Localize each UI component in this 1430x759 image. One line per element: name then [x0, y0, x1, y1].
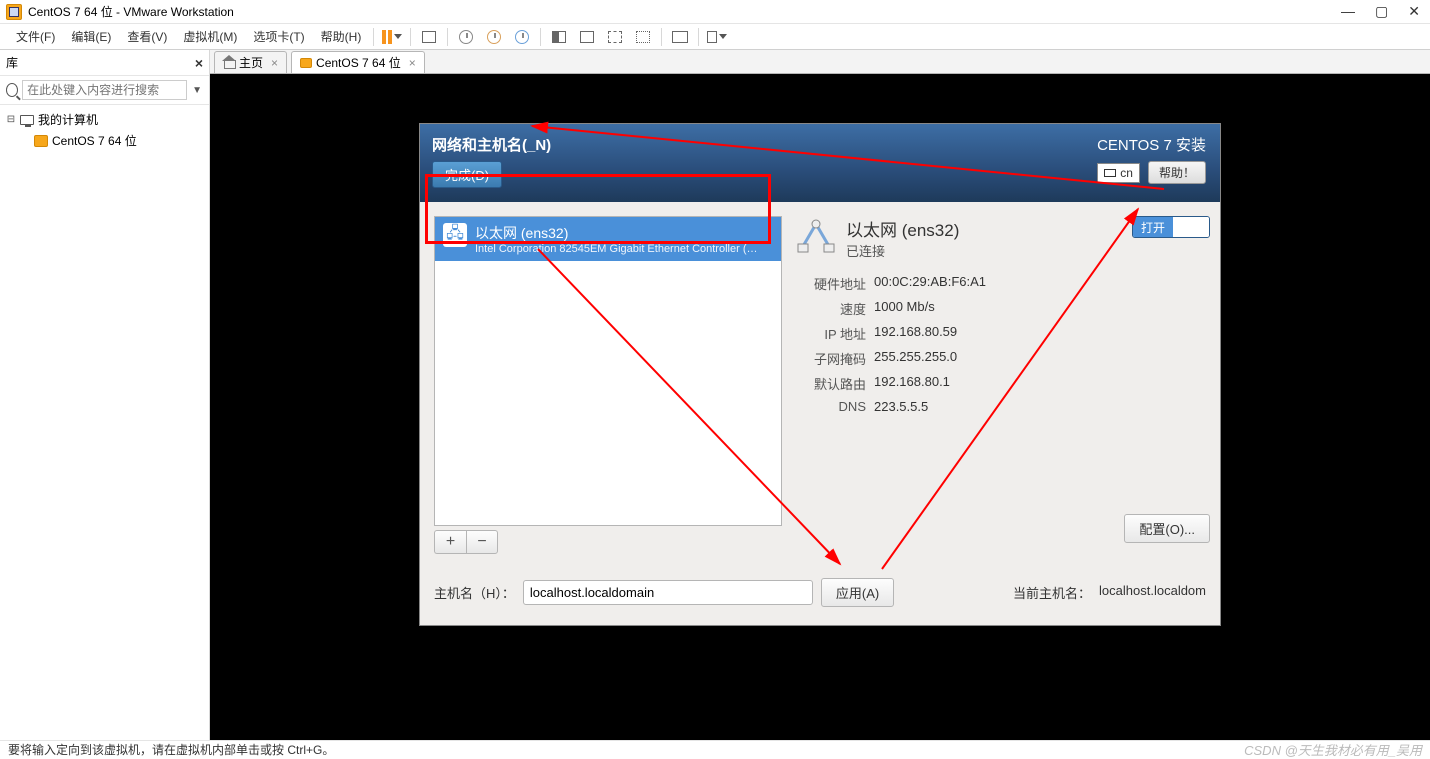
- search-dropdown-icon[interactable]: ▼: [191, 85, 203, 96]
- speed-label: 速度: [796, 299, 866, 318]
- hw-addr-value: 00:0C:29:AB:F6:A1: [874, 274, 986, 293]
- window-title: CentOS 7 64 位 - VMware Workstation: [28, 3, 1337, 20]
- menu-help[interactable]: 帮助(H): [313, 28, 370, 45]
- vm-icon: [34, 135, 48, 147]
- close-button[interactable]: ✕: [1404, 3, 1424, 20]
- installer-window: 网络和主机名(_N) 完成(D) CENTOS 7 安装 cn 帮助！: [420, 124, 1220, 625]
- ethernet-icon: 🖧: [443, 223, 467, 247]
- toggle-on-label: 打开: [1133, 217, 1173, 237]
- nic-description: Intel Corporation 82545EM Gigabit Ethern…: [475, 243, 765, 255]
- vm-console[interactable]: 网络和主机名(_N) 完成(D) CENTOS 7 安装 cn 帮助！: [210, 74, 1430, 740]
- home-icon: [223, 57, 235, 69]
- vmware-app-icon: [6, 4, 22, 20]
- collapse-icon[interactable]: ⊟: [6, 114, 16, 125]
- speed-value: 1000 Mb/s: [874, 299, 935, 318]
- gateway-label: 默认路由: [796, 374, 866, 393]
- tree-vm-item[interactable]: CentOS 7 64 位: [6, 130, 203, 151]
- view-single-icon[interactable]: [549, 27, 569, 47]
- menubar: 文件(F) 编辑(E) 查看(V) 虚拟机(M) 选项卡(T) 帮助(H): [0, 24, 1430, 50]
- installer-title: 网络和主机名(_N): [432, 134, 551, 155]
- current-hostname-label: 当前主机名：: [1013, 583, 1091, 602]
- keyboard-layout-button[interactable]: cn: [1097, 163, 1140, 183]
- maximize-button[interactable]: ▢: [1371, 3, 1392, 20]
- vm-name-label: CentOS 7 64 位: [52, 132, 137, 149]
- tab-close-icon[interactable]: ×: [409, 56, 416, 70]
- mask-label: 子网掩码: [796, 349, 866, 368]
- toggle-handle: [1173, 217, 1209, 237]
- help-button[interactable]: 帮助！: [1148, 161, 1206, 184]
- installer-header: 网络和主机名(_N) 完成(D) CENTOS 7 安装 cn 帮助！: [420, 124, 1220, 202]
- configure-button[interactable]: 配置(O)...: [1124, 514, 1210, 543]
- statusbar-hint: 要将输入定向到该虚拟机，请在虚拟机内部单击或按 Ctrl+G。: [8, 741, 334, 758]
- mask-value: 255.255.255.0: [874, 349, 957, 368]
- view-thumbnail-icon[interactable]: [577, 27, 597, 47]
- keyboard-icon: [1104, 169, 1116, 177]
- installer-brand: CENTOS 7 安装: [1097, 134, 1206, 155]
- add-network-button[interactable]: +: [434, 530, 466, 554]
- menu-view[interactable]: 查看(V): [119, 28, 175, 45]
- tab-close-icon[interactable]: ×: [271, 56, 278, 70]
- separator: [410, 28, 411, 46]
- send-keys-icon[interactable]: [419, 27, 439, 47]
- current-hostname-value: localhost.localdom: [1099, 583, 1206, 602]
- network-item-selected[interactable]: 🖧 以太网 (ens32) Intel Corporation 82545EM …: [435, 217, 781, 261]
- ip-label: IP 地址: [796, 324, 866, 343]
- library-label: 库: [6, 54, 18, 71]
- detail-nic-name: 以太网 (ens32): [846, 216, 959, 241]
- tab-vm-label: CentOS 7 64 位: [316, 54, 401, 71]
- stretch-icon[interactable]: [707, 27, 727, 47]
- network-toggle[interactable]: 打开: [1132, 216, 1210, 238]
- detail-status: 已连接: [846, 241, 959, 260]
- fullscreen-icon[interactable]: [670, 27, 690, 47]
- window-controls: — ▢ ✕: [1337, 3, 1424, 20]
- hw-addr-label: 硬件地址: [796, 274, 866, 293]
- content-area: 主页 × CentOS 7 64 位 × 网络和主机名(_N) 完成(D) CE…: [210, 50, 1430, 740]
- tab-home[interactable]: 主页 ×: [214, 51, 287, 73]
- snapshot-icon[interactable]: [456, 27, 476, 47]
- menu-edit[interactable]: 编辑(E): [63, 28, 119, 45]
- dns-value: 223.5.5.5: [874, 399, 928, 414]
- computer-icon: [20, 115, 34, 125]
- separator: [661, 28, 662, 46]
- network-list[interactable]: 🖧 以太网 (ens32) Intel Corporation 82545EM …: [434, 216, 782, 526]
- library-search-input[interactable]: [22, 80, 187, 100]
- search-icon: [6, 83, 18, 97]
- statusbar: 要将输入定向到该虚拟机，请在虚拟机内部单击或按 Ctrl+G。 CSDN @天生…: [0, 740, 1430, 758]
- watermark: CSDN @天生我材必有用_吴用: [1244, 740, 1422, 759]
- vm-icon: [300, 58, 312, 68]
- library-close-icon[interactable]: ×: [195, 55, 203, 71]
- my-computer-label: 我的计算机: [38, 111, 98, 128]
- snapshot-revert-icon[interactable]: [484, 27, 504, 47]
- separator: [540, 28, 541, 46]
- tab-bar: 主页 × CentOS 7 64 位 ×: [210, 50, 1430, 74]
- ip-value: 192.168.80.59: [874, 324, 957, 343]
- nic-name: 以太网 (ens32): [475, 223, 765, 243]
- ethernet-large-icon: [796, 216, 836, 256]
- apply-button[interactable]: 应用(A): [821, 578, 894, 607]
- view-console-icon[interactable]: [605, 27, 625, 47]
- menu-tabs[interactable]: 选项卡(T): [245, 28, 312, 45]
- network-details: 以太网 (ens32) 已连接 打开 硬件地址 00:0C:29:AB:F6:A1…: [796, 216, 1210, 554]
- menu-vm[interactable]: 虚拟机(M): [175, 28, 245, 45]
- window-titlebar: CentOS 7 64 位 - VMware Workstation — ▢ ✕: [0, 0, 1430, 24]
- pause-icon[interactable]: [382, 27, 402, 47]
- hostname-input[interactable]: [523, 580, 813, 605]
- separator: [373, 28, 374, 46]
- separator: [447, 28, 448, 46]
- tab-vm[interactable]: CentOS 7 64 位 ×: [291, 51, 425, 73]
- minimize-button[interactable]: —: [1337, 3, 1359, 20]
- dns-label: DNS: [796, 399, 866, 414]
- remove-network-button[interactable]: −: [466, 530, 498, 554]
- menu-file[interactable]: 文件(F): [8, 28, 63, 45]
- done-button[interactable]: 完成(D): [432, 161, 502, 188]
- hostname-label: 主机名（H）：: [434, 583, 515, 602]
- view-unity-icon[interactable]: [633, 27, 653, 47]
- snapshot-manager-icon[interactable]: [512, 27, 532, 47]
- separator: [698, 28, 699, 46]
- tree-my-computer[interactable]: ⊟ 我的计算机: [6, 109, 203, 130]
- library-sidebar: 库 × ▼ ⊟ 我的计算机 CentOS 7 64 位: [0, 50, 210, 740]
- gateway-value: 192.168.80.1: [874, 374, 950, 393]
- tab-home-label: 主页: [239, 54, 263, 71]
